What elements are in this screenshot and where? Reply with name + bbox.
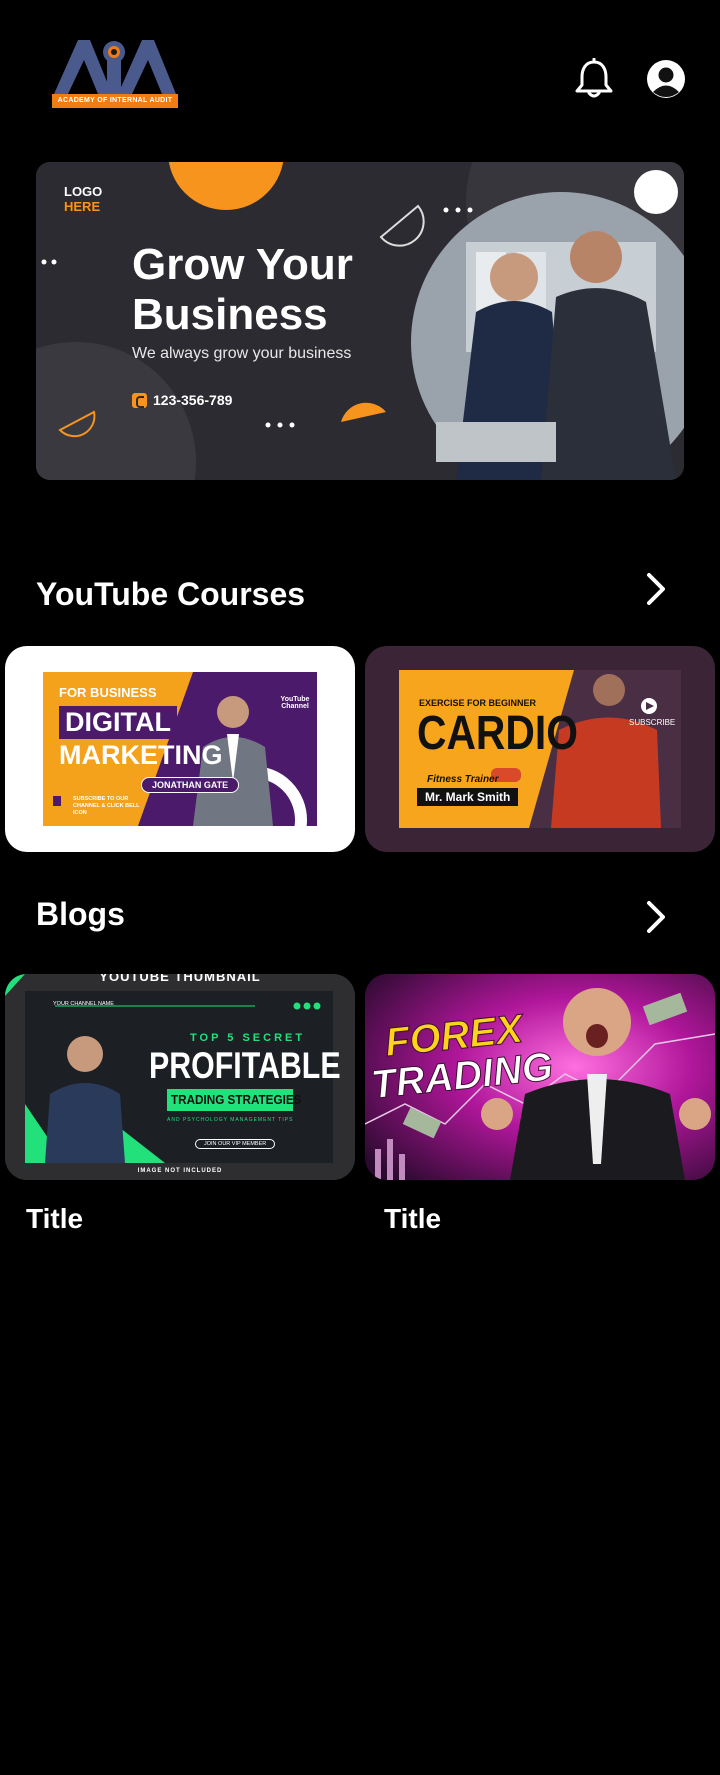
course-thumbnail: EXERCISE FOR BEGINNER CARDIO Fitness Tra… bbox=[399, 670, 681, 828]
course-card-digital-marketing[interactable]: FOR BUSINESS DIGITAL MARKETING JONATHAN … bbox=[5, 646, 355, 852]
hero-title-line1: Grow Your bbox=[132, 240, 353, 289]
blog-title[interactable]: Title bbox=[384, 1203, 441, 1235]
blog-cta-button: JOIN OUR VIP MEMBER bbox=[195, 1139, 276, 1149]
course-footer-text: SUBSCRIBE TO OUR CHANNEL & CLICK BELL IC… bbox=[73, 796, 140, 816]
app-header: ACADEMY OF INTERNAL AUDIT bbox=[0, 0, 720, 150]
blog-title[interactable]: Title bbox=[26, 1203, 83, 1235]
hero-banner[interactable]: LOGO HERE Grow Your Business We always g… bbox=[36, 162, 684, 480]
hero-title-line2: Business bbox=[132, 290, 328, 339]
blog-headline: PROFITABLE bbox=[149, 1045, 341, 1086]
hero-title: Grow Your Business bbox=[132, 240, 392, 340]
blog-highlight: TRADING STRATEGIES bbox=[171, 1092, 302, 1107]
course-author-badge: JONATHAN GATE bbox=[141, 777, 240, 793]
hero-phone-number: 123-356-789 bbox=[153, 392, 233, 408]
logo-tagline: ACADEMY OF INTERNAL AUDIT bbox=[52, 94, 178, 108]
blog-channel-name: YOUR CHANNEL NAME bbox=[53, 1001, 114, 1007]
blog-banner: YOUTUBE THUMBNAIL bbox=[99, 974, 261, 984]
course-role: Fitness Trainer bbox=[427, 774, 499, 785]
course-thumbnail: FOR BUSINESS DIGITAL MARKETING JONATHAN … bbox=[43, 672, 317, 826]
user-avatar-icon[interactable] bbox=[646, 59, 686, 99]
section-title-youtube-courses: YouTube Courses bbox=[36, 576, 306, 612]
section-title-blogs: Blogs bbox=[36, 896, 125, 932]
chevron-right-icon[interactable] bbox=[644, 899, 668, 935]
course-channel-label: YouTube Channel bbox=[280, 696, 310, 710]
hero-phone: 123-356-789 bbox=[132, 392, 232, 408]
hero-subtitle: We always grow your business bbox=[132, 345, 352, 362]
blog-tagline: AND PSYCHOLOGY MANAGEMENT TIPS bbox=[167, 1117, 294, 1123]
course-trainer-name: Mr. Mark Smith bbox=[417, 788, 519, 806]
blog-footer-note: IMAGE NOT INCLUDED bbox=[137, 1168, 223, 1174]
course-title-line2: MARKETING bbox=[59, 740, 223, 770]
course-title-line1: DIGITAL bbox=[59, 706, 177, 739]
bell-icon[interactable] bbox=[574, 57, 614, 100]
academy-logo[interactable]: ACADEMY OF INTERNAL AUDIT bbox=[52, 38, 178, 108]
course-subscribe-label: SUBSCRIBE bbox=[629, 718, 676, 727]
hero-logo-placeholder: LOGO HERE bbox=[64, 184, 102, 214]
course-title: CARDIO bbox=[417, 707, 578, 760]
course-tag: FOR BUSINESS bbox=[59, 685, 157, 700]
chevron-right-icon[interactable] bbox=[644, 571, 668, 607]
hero-logo-line1: LOGO bbox=[64, 184, 103, 199]
hero-logo-line2: HERE bbox=[64, 199, 101, 214]
blog-card-trading-strategies[interactable]: YOUTUBE THUMBNAIL YOUR CHANNEL NAME TOP … bbox=[5, 974, 355, 1180]
logo-mark-icon bbox=[54, 40, 176, 94]
course-card-cardio[interactable]: EXERCISE FOR BEGINNER CARDIO Fitness Tra… bbox=[365, 646, 715, 852]
blog-kicker: TOP 5 SECRET bbox=[190, 1032, 306, 1044]
phone-icon bbox=[132, 392, 147, 408]
blog-card-forex-trading[interactable]: FOREX TRADING bbox=[365, 974, 715, 1180]
